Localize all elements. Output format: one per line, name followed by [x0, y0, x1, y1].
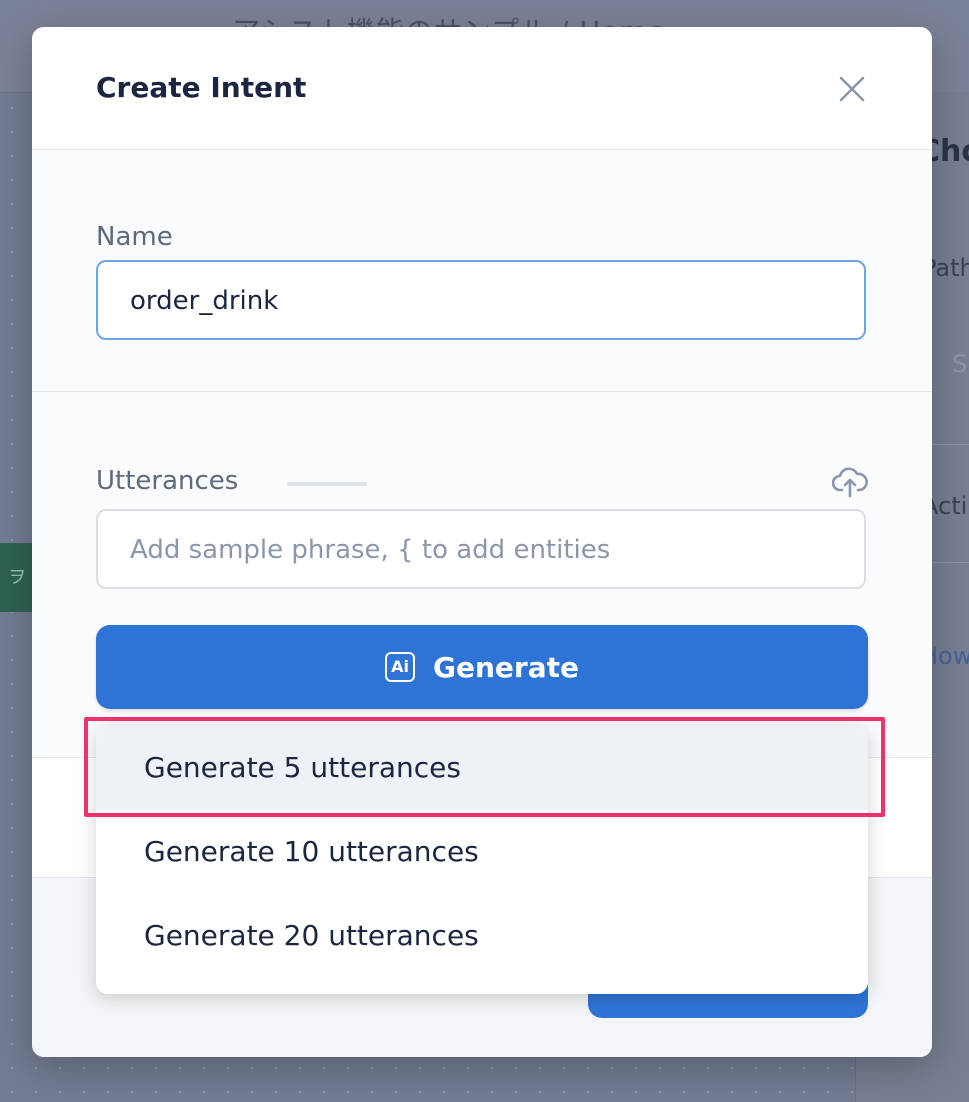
name-input[interactable]: order_drink: [96, 260, 866, 340]
background-panel-search: S: [952, 350, 968, 378]
name-section: Name order_drink: [32, 150, 932, 392]
upload-button[interactable]: [831, 464, 868, 500]
cloud-upload-icon: [831, 467, 868, 498]
close-icon: [839, 76, 865, 102]
utterances-count-placeholder: [287, 482, 367, 486]
menu-item-generate-5[interactable]: Generate 5 utterances: [96, 726, 868, 810]
ai-icon: Ai: [385, 652, 415, 682]
background-node-tab: ヲ: [0, 543, 34, 612]
generate-button[interactable]: Ai Generate: [96, 625, 868, 709]
background-panel-divider: [931, 562, 969, 563]
menu-item-generate-20[interactable]: Generate 20 utterances: [96, 894, 868, 978]
utterance-input[interactable]: Add sample phrase, { to add entities: [96, 509, 866, 589]
utterances-section: Utterances Add sample phrase, { to add e…: [32, 392, 932, 758]
generate-button-label: Generate: [433, 650, 579, 684]
generate-options-menu: Generate 5 utterances Generate 10 uttera…: [96, 726, 868, 994]
menu-item-generate-10[interactable]: Generate 10 utterances: [96, 810, 868, 894]
background-panel-divider: [931, 444, 969, 445]
utterances-label: Utterances: [96, 466, 239, 496]
close-button[interactable]: [838, 75, 866, 103]
modal-title: Create Intent: [96, 71, 307, 104]
modal-header: Create Intent: [32, 27, 932, 150]
name-label: Name: [96, 222, 173, 252]
